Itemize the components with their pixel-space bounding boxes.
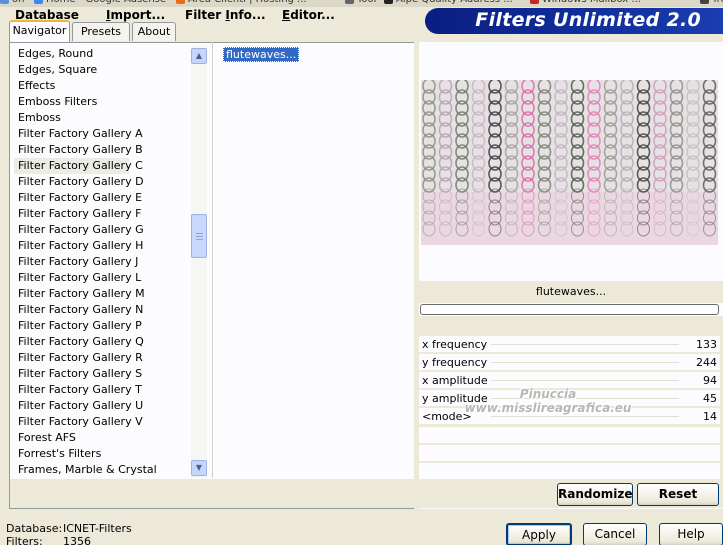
import-button[interactable]: Import... — [106, 8, 165, 22]
category-item[interactable]: Filter Factory Gallery A — [14, 126, 190, 142]
browser-tab-label: Area Clienti | Hosting ... — [188, 0, 307, 5]
apply-button[interactable]: Apply — [506, 523, 572, 545]
browser-tab-label: Home - Google Adsense — [46, 0, 166, 5]
hosting-icon — [176, 0, 185, 4]
browser-tab-label: Tool — [357, 0, 376, 5]
grip-icon — [196, 233, 203, 240]
browser-tab-label: Alpe Quality Address ... — [396, 0, 513, 5]
tab-about[interactable]: About — [132, 22, 176, 41]
param-slider-track[interactable] — [491, 362, 679, 363]
circle-icon — [700, 0, 709, 4]
category-item[interactable]: Edges, Round — [14, 46, 190, 62]
category-item[interactable]: Filter Factory Gallery Q — [14, 334, 190, 350]
scroll-thumb[interactable] — [191, 214, 207, 258]
category-item[interactable]: Filter Factory Gallery J — [14, 254, 190, 270]
category-item[interactable]: Filter Factory Gallery H — [14, 238, 190, 254]
browser-tab-label: Tro... — [712, 0, 723, 5]
filters-label: Filters: — [6, 535, 43, 545]
watermark: Pinuccia www.misslireagrafica.eu — [448, 387, 648, 425]
param-value: 94 — [703, 374, 717, 387]
navigator-toolbar — [10, 479, 414, 508]
param-value: 14 — [703, 410, 717, 423]
param-slider-track[interactable] — [491, 344, 679, 345]
preview-filter-name: flutewaves... — [419, 281, 723, 303]
help-button[interactable]: Help — [659, 523, 723, 545]
category-item[interactable]: Filter Factory Gallery S — [14, 366, 190, 382]
editor-button[interactable]: Editor... — [282, 8, 335, 22]
filter-info-button[interactable]: Filter Info... — [185, 8, 266, 22]
category-item[interactable]: Filter Factory Gallery F — [14, 206, 190, 222]
param-value: 45 — [703, 392, 717, 405]
database-value: ICNET-Filters — [63, 522, 132, 535]
param-name: x frequency — [422, 338, 488, 351]
browser-tab-label: on — [12, 0, 24, 5]
empty-param-row — [419, 445, 720, 461]
category-item[interactable]: Filter Factory Gallery U — [14, 398, 190, 414]
empty-param-row — [419, 427, 720, 443]
category-list[interactable]: Edges, Round Edges, Square Effects Emboss F… — [14, 46, 190, 478]
tab-presets[interactable]: Presets — [72, 22, 130, 41]
param-value: 133 — [696, 338, 717, 351]
category-item[interactable]: Filter Factory Gallery M — [14, 286, 190, 302]
browser-tab[interactable]: Alpe Quality Address ... — [384, 0, 513, 5]
category-item[interactable]: Filter Factory Gallery P — [14, 318, 190, 334]
category-item[interactable]: Filter Factory Gallery G — [14, 222, 190, 238]
title-banner: Filters Unlimited 2.0 — [425, 8, 723, 34]
browser-tab-label: Windows Mailbox ... — [542, 0, 641, 5]
browser-tab[interactable]: Windows Mailbox ... — [530, 0, 641, 5]
category-item[interactable]: Filter Factory Gallery C — [14, 158, 143, 174]
category-item[interactable]: Effects — [14, 78, 190, 94]
category-item[interactable]: Filter Factory Gallery R — [14, 350, 190, 366]
filters-count: 1356 — [63, 535, 91, 545]
status-info: Database:ICNET-Filters Filters: 1356 — [6, 522, 132, 545]
param-value: 244 — [696, 356, 717, 369]
randomize-button[interactable]: Randomize — [557, 483, 633, 506]
category-item[interactable]: Emboss — [14, 110, 190, 126]
reset-button[interactable]: Reset — [637, 483, 719, 506]
preview-pattern — [421, 78, 718, 245]
mail-icon — [530, 0, 539, 4]
param-row[interactable]: y frequency 244 — [419, 354, 720, 371]
google-icon — [34, 0, 43, 4]
browser-tab-strip: on Home - Google Adsense Area Clienti | Ho… — [0, 0, 723, 7]
spade-icon — [384, 0, 393, 4]
preview-image — [421, 78, 718, 245]
browser-tab[interactable]: Area Clienti | Hosting ... — [176, 0, 307, 5]
category-item[interactable]: Forrest's Filters — [14, 446, 190, 462]
watermark-url: www.misslireagrafica.eu — [464, 401, 632, 415]
watermark-name: Pinuccia — [519, 387, 577, 401]
category-item[interactable]: Edges, Square — [14, 62, 190, 78]
category-item[interactable]: Filter Factory Gallery B — [14, 142, 190, 158]
filter-list-item[interactable]: flutewaves... — [223, 47, 300, 62]
browser-tab[interactable]: Home - Google Adsense — [34, 0, 166, 5]
browser-tab[interactable]: Tro... — [700, 0, 723, 5]
param-name: y frequency — [422, 356, 488, 369]
category-item[interactable]: Forest AFS — [14, 430, 190, 446]
category-item[interactable]: Frames, Marble & Crystal — [14, 462, 190, 478]
page-icon — [0, 0, 9, 4]
category-item[interactable]: Filter Factory Gallery T — [14, 382, 190, 398]
param-slider-track[interactable] — [491, 380, 679, 381]
category-item[interactable]: Filter Factory Gallery D — [14, 174, 190, 190]
category-item[interactable]: Filter Factory Gallery L — [14, 270, 190, 286]
category-item[interactable]: Filter Factory Gallery N — [14, 302, 190, 318]
list-divider — [212, 42, 213, 478]
cancel-button[interactable]: Cancel — [583, 523, 647, 545]
empty-param-row — [419, 463, 720, 479]
browser-tab[interactable]: on — [0, 0, 24, 5]
progress-bar — [420, 304, 719, 315]
scroll-down-button[interactable]: ▼ — [191, 460, 207, 476]
param-row[interactable]: x frequency 133 — [419, 336, 720, 353]
tool-icon — [345, 0, 354, 4]
browser-tab[interactable]: Tool — [345, 0, 376, 5]
category-item[interactable]: Filter Factory Gallery E — [14, 190, 190, 206]
category-item[interactable]: Emboss Filters — [14, 94, 190, 110]
tab-navigator[interactable]: Navigator — [9, 20, 70, 42]
category-scrollbar[interactable]: ▲ ▼ — [191, 46, 207, 478]
banner-title: Filters Unlimited 2.0 — [475, 9, 701, 31]
scroll-up-button[interactable]: ▲ — [191, 48, 207, 64]
database-label: Database: — [6, 522, 63, 535]
category-item[interactable]: Filter Factory Gallery V — [14, 414, 190, 430]
